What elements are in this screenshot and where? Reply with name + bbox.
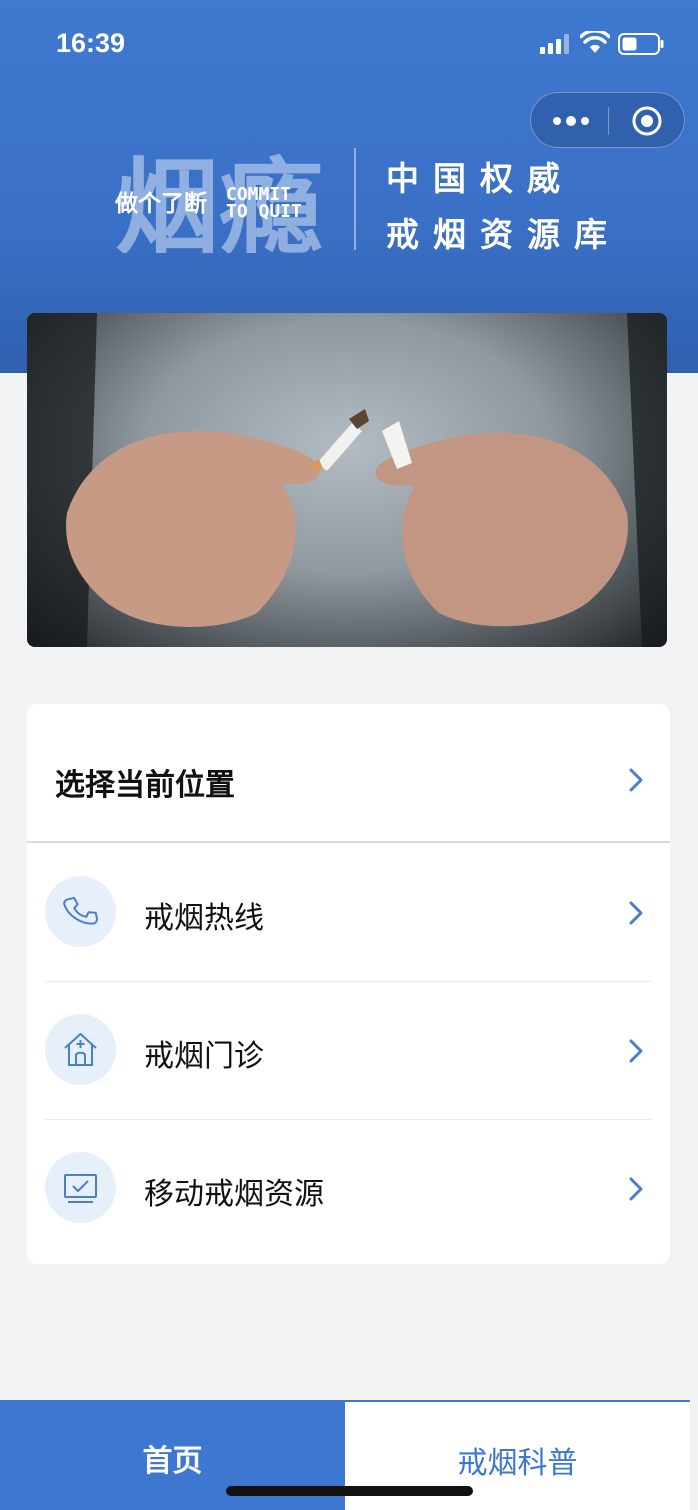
logo-divider [354,148,356,250]
phone-icon-container [45,876,116,947]
chevron-right-icon [629,901,643,925]
clinic-icon-container [45,1014,116,1085]
select-location-row[interactable]: 选择当前位置 [27,704,670,843]
close-target-icon[interactable] [631,105,663,137]
logo-right-text-2: TO QUIT [226,201,302,222]
wifi-icon [580,31,610,53]
menu-item-label: 戒烟门诊 [144,1039,264,1074]
commit-to-quit-logo: 烟瘾 做个了断 COMMIT TO QUIT [114,148,323,253]
status-time: 16:39 [56,28,126,58]
battery-icon [618,33,664,55]
mini-program-capsule [530,92,685,148]
monitor-icon-container [45,1152,116,1223]
tab-home-label: 首页 [142,1444,203,1479]
chevron-right-icon [629,1177,643,1201]
slogan-line-2: 戒烟资源库 [386,215,621,254]
clinic-icon [64,1033,97,1066]
hands-breaking-cigarette-illustration [27,313,667,647]
menu-item-label: 戒烟热线 [144,901,264,936]
chevron-right-icon [629,768,643,792]
phone-icon [63,896,99,925]
logo-left-text: 做个了断 [114,190,207,217]
banner-image [27,313,667,647]
select-location-label: 选择当前位置 [55,768,235,803]
capsule-divider [608,107,609,135]
monitor-icon [64,1174,97,1203]
home-indicator [226,1486,473,1496]
status-bar: 16:39 [0,0,698,88]
more-icon[interactable] [551,111,591,131]
slogan-line-1: 中国权威 [386,159,574,198]
menu-item-mobile-resources[interactable]: 移动戒烟资源 [27,1120,670,1258]
resource-menu-card: 选择当前位置 戒烟热线 戒烟门诊 移动戒烟资源 [27,704,670,1264]
menu-item-quit-hotline[interactable]: 戒烟热线 [27,844,670,982]
signal-icon [540,34,569,54]
menu-item-quit-clinic[interactable]: 戒烟门诊 [27,982,670,1120]
menu-item-label: 移动戒烟资源 [144,1177,324,1212]
tab-quit-science-label: 戒烟科普 [457,1446,578,1481]
chevron-right-icon [629,1039,643,1063]
